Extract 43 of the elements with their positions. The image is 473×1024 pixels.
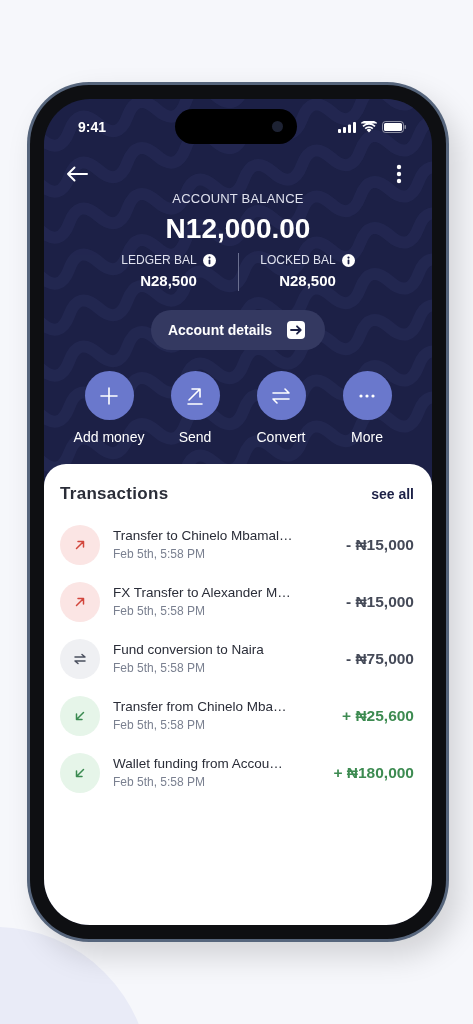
account-details-button[interactable]: Account details [150,310,326,350]
transaction-title: FX Transfer to Alexander M… [113,585,292,600]
transaction-date: Feb 5th, 5:58 PM [113,718,207,732]
transaction-title: Wallet funding from Accou… [113,756,284,771]
balance-amount: N12,000.00 [164,213,312,245]
transaction-date: Feb 5th, 5:58 PM [113,604,207,618]
signal-icon [338,121,356,133]
transaction-title: Fund conversion to Naira [113,642,265,657]
transaction-amount: - ₦15,000 [345,535,414,554]
transactions-title: Transactions [60,484,169,504]
transaction-row[interactable]: Wallet funding from Accou… Feb 5th, 5:58 PM + ₦180,000 [60,744,414,801]
status-time: 9:41 [78,119,107,135]
action-button[interactable]: Add money [74,371,144,445]
info-icon[interactable] [341,253,355,267]
balance-label: ACCOUNT BALANCE [171,191,305,206]
transaction-row[interactable]: Transfer to Chinelo Mbamal… Feb 5th, 5:58 PM - ₦15,000 [60,516,414,573]
transaction-amount: + ₦25,600 [342,706,414,725]
balance-amount: N28,500 [279,272,336,289]
transaction-row[interactable]: Transfer from Chinelo Mba… Feb 5th, 5:58 PM + ₦25,600 [60,687,414,744]
action-button[interactable]: More [332,371,402,445]
action-button[interactable]: Send [160,371,230,445]
camera-dot [272,121,283,132]
see-all-link[interactable]: see all [371,486,414,502]
transaction-date: Feb 5th, 5:58 PM [113,775,207,789]
balance-label: LEDGER BAL [121,253,197,267]
transaction-amount: - ₦15,000 [345,592,414,611]
more-options-icon[interactable] [396,164,402,184]
transaction-amount: + ₦180,000 [333,763,414,782]
transaction-title: Transfer from Chinelo Mba… [113,699,288,714]
balance-label: LOCKED BAL [260,253,336,267]
battery-icon [382,121,406,133]
transaction-date: Feb 5th, 5:58 PM [113,661,207,675]
transaction-row[interactable]: Fund conversion to Naira Feb 5th, 5:58 PM - ₦75,000 [60,630,414,687]
back-arrow-icon[interactable] [66,166,88,182]
transaction-amount: - ₦75,000 [345,649,414,668]
info-icon[interactable] [202,253,216,267]
more-icon [359,393,375,398]
action-button[interactable]: Convert [246,371,316,445]
transaction-title: Transfer to Chinelo Mbamal… [113,528,294,543]
transaction-date: Feb 5th, 5:58 PM [113,547,207,561]
transaction-row[interactable]: FX Transfer to Alexander M… Feb 5th, 5:58 PM - ₦15,000 [60,573,414,630]
balance-amount: N28,500 [140,272,197,289]
wifi-icon [361,121,377,133]
